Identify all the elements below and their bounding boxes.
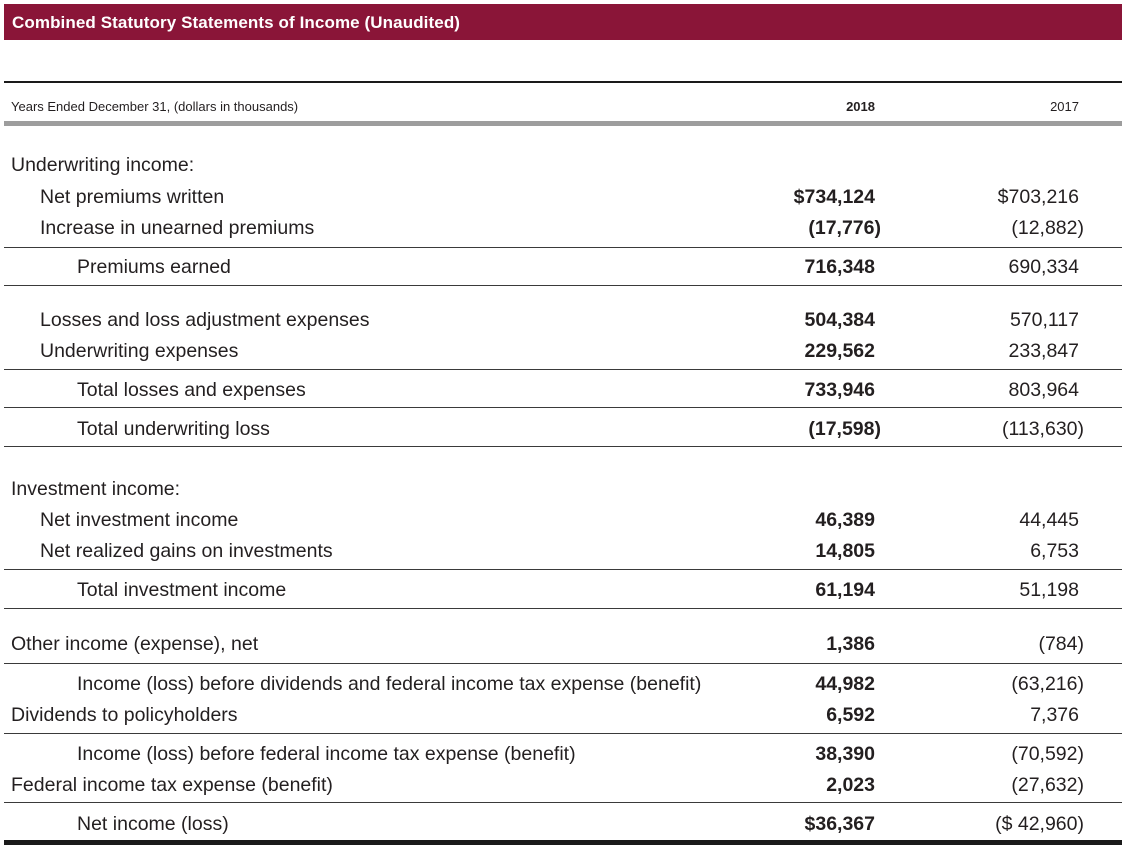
row-label: Income (loss) before dividends and feder… bbox=[77, 673, 702, 695]
row-divider bbox=[4, 733, 1122, 734]
value-2018: $36,367 bbox=[804, 813, 876, 835]
value-2018: 1,386 bbox=[826, 633, 875, 655]
column-header-label: Years Ended December 31, (dollars in tho… bbox=[11, 99, 299, 114]
value-2018: 38,390 bbox=[815, 743, 875, 765]
value-2017: 6,753 bbox=[1030, 540, 1079, 562]
table-row: Income (loss) before federal income tax … bbox=[0, 743, 1124, 769]
value-2018: 46,389 bbox=[815, 509, 875, 531]
column-header-2018: 2018 bbox=[846, 99, 875, 114]
table-row: Net investment income 46,389 44,445 bbox=[0, 509, 1124, 535]
row-divider bbox=[4, 608, 1122, 609]
value-2018: 229,562 bbox=[804, 340, 876, 362]
table-row: Net income (loss) $36,367 ($ 42,960) bbox=[0, 813, 1124, 839]
row-label: Total investment income bbox=[77, 579, 287, 601]
column-header-2017: 2017 bbox=[1050, 99, 1079, 114]
table-row: Dividends to policyholders 6,592 7,376 bbox=[0, 704, 1124, 730]
statement-title-bar: Combined Statutory Statements of Income … bbox=[4, 4, 1122, 40]
table-row: Federal income tax expense (benefit) 2,0… bbox=[0, 774, 1124, 800]
table-row: Losses and loss adjustment expenses 504,… bbox=[0, 309, 1124, 335]
value-2018: 2,023 bbox=[826, 774, 875, 796]
value-2017: ($ 42,960) bbox=[995, 813, 1084, 835]
table-row: Underwriting income: bbox=[0, 154, 1124, 180]
row-divider bbox=[4, 663, 1122, 664]
table-row: Investment income: bbox=[0, 478, 1124, 504]
table-bottom-rule bbox=[4, 840, 1122, 845]
table-row: Income (loss) before dividends and feder… bbox=[0, 673, 1124, 699]
row-label: Net income (loss) bbox=[77, 813, 229, 835]
value-2018: 44,982 bbox=[815, 673, 875, 695]
table-row: Total losses and expenses 733,946 803,96… bbox=[0, 379, 1124, 405]
row-label: Dividends to policyholders bbox=[11, 704, 238, 726]
value-2017: 233,847 bbox=[1008, 340, 1080, 362]
table-row: Net realized gains on investments 14,805… bbox=[0, 540, 1124, 566]
row-label: Total losses and expenses bbox=[77, 379, 306, 401]
row-label: Underwriting expenses bbox=[40, 340, 239, 362]
value-2017: 7,376 bbox=[1030, 704, 1079, 726]
header-bottom-rule bbox=[4, 121, 1122, 126]
value-2017: (784) bbox=[1038, 633, 1084, 655]
value-2017: 690,334 bbox=[1008, 256, 1080, 278]
row-label: Income (loss) before federal income tax … bbox=[77, 743, 576, 765]
row-label: Underwriting income: bbox=[11, 154, 195, 176]
row-divider bbox=[4, 285, 1122, 286]
row-label: Losses and loss adjustment expenses bbox=[40, 309, 370, 331]
table-row: Underwriting expenses 229,562 233,847 bbox=[0, 340, 1124, 366]
row-divider bbox=[4, 446, 1122, 447]
row-divider bbox=[4, 802, 1122, 803]
header-top-rule bbox=[4, 81, 1122, 83]
value-2018: $734,124 bbox=[793, 186, 875, 208]
value-2017: (63,216) bbox=[1011, 673, 1084, 695]
row-label: Net premiums written bbox=[40, 186, 225, 208]
table-row: Other income (expense), net 1,386 (784) bbox=[0, 633, 1124, 659]
table-row: Total investment income 61,194 51,198 bbox=[0, 579, 1124, 605]
value-2018: (17,598) bbox=[808, 418, 881, 440]
row-label: Increase in unearned premiums bbox=[40, 217, 315, 239]
value-2017: $703,216 bbox=[997, 186, 1079, 208]
row-divider bbox=[4, 369, 1122, 370]
table-row: Premiums earned 716,348 690,334 bbox=[0, 256, 1124, 282]
row-label: Premiums earned bbox=[77, 256, 231, 278]
row-divider bbox=[4, 247, 1122, 248]
value-2017: 44,445 bbox=[1019, 509, 1079, 531]
value-2017: (113,630) bbox=[1001, 418, 1084, 440]
value-2017: (70,592) bbox=[1011, 743, 1084, 765]
row-label: Other income (expense), net bbox=[11, 633, 259, 655]
statement-title: Combined Statutory Statements of Income … bbox=[12, 13, 461, 32]
value-2017: (12,882) bbox=[1011, 217, 1084, 239]
value-2018: 716,348 bbox=[804, 256, 876, 278]
row-label: Federal income tax expense (benefit) bbox=[11, 774, 333, 796]
row-label: Investment income: bbox=[11, 478, 181, 500]
table-row: Net premiums written $734,124 $703,216 bbox=[0, 186, 1124, 212]
value-2017: 51,198 bbox=[1019, 579, 1079, 601]
value-2018: 504,384 bbox=[804, 309, 876, 331]
value-2017: 570,117 bbox=[1009, 309, 1079, 331]
row-divider bbox=[4, 407, 1122, 408]
row-label: Total underwriting loss bbox=[77, 418, 270, 440]
value-2017: 803,964 bbox=[1008, 379, 1080, 401]
row-label: Net realized gains on investments bbox=[40, 540, 333, 562]
value-2018: 733,946 bbox=[804, 379, 876, 401]
table-row: Total underwriting loss (17,598) (113,63… bbox=[0, 418, 1124, 444]
value-2018: 61,194 bbox=[815, 579, 875, 601]
value-2018: 6,592 bbox=[826, 704, 875, 726]
value-2018: 14,805 bbox=[815, 540, 875, 562]
value-2017: (27,632) bbox=[1011, 774, 1084, 796]
table-row: Increase in unearned premiums (17,776) (… bbox=[0, 217, 1124, 243]
value-2018: (17,776) bbox=[808, 217, 881, 239]
row-divider bbox=[4, 569, 1122, 570]
row-label: Net investment income bbox=[40, 509, 239, 531]
